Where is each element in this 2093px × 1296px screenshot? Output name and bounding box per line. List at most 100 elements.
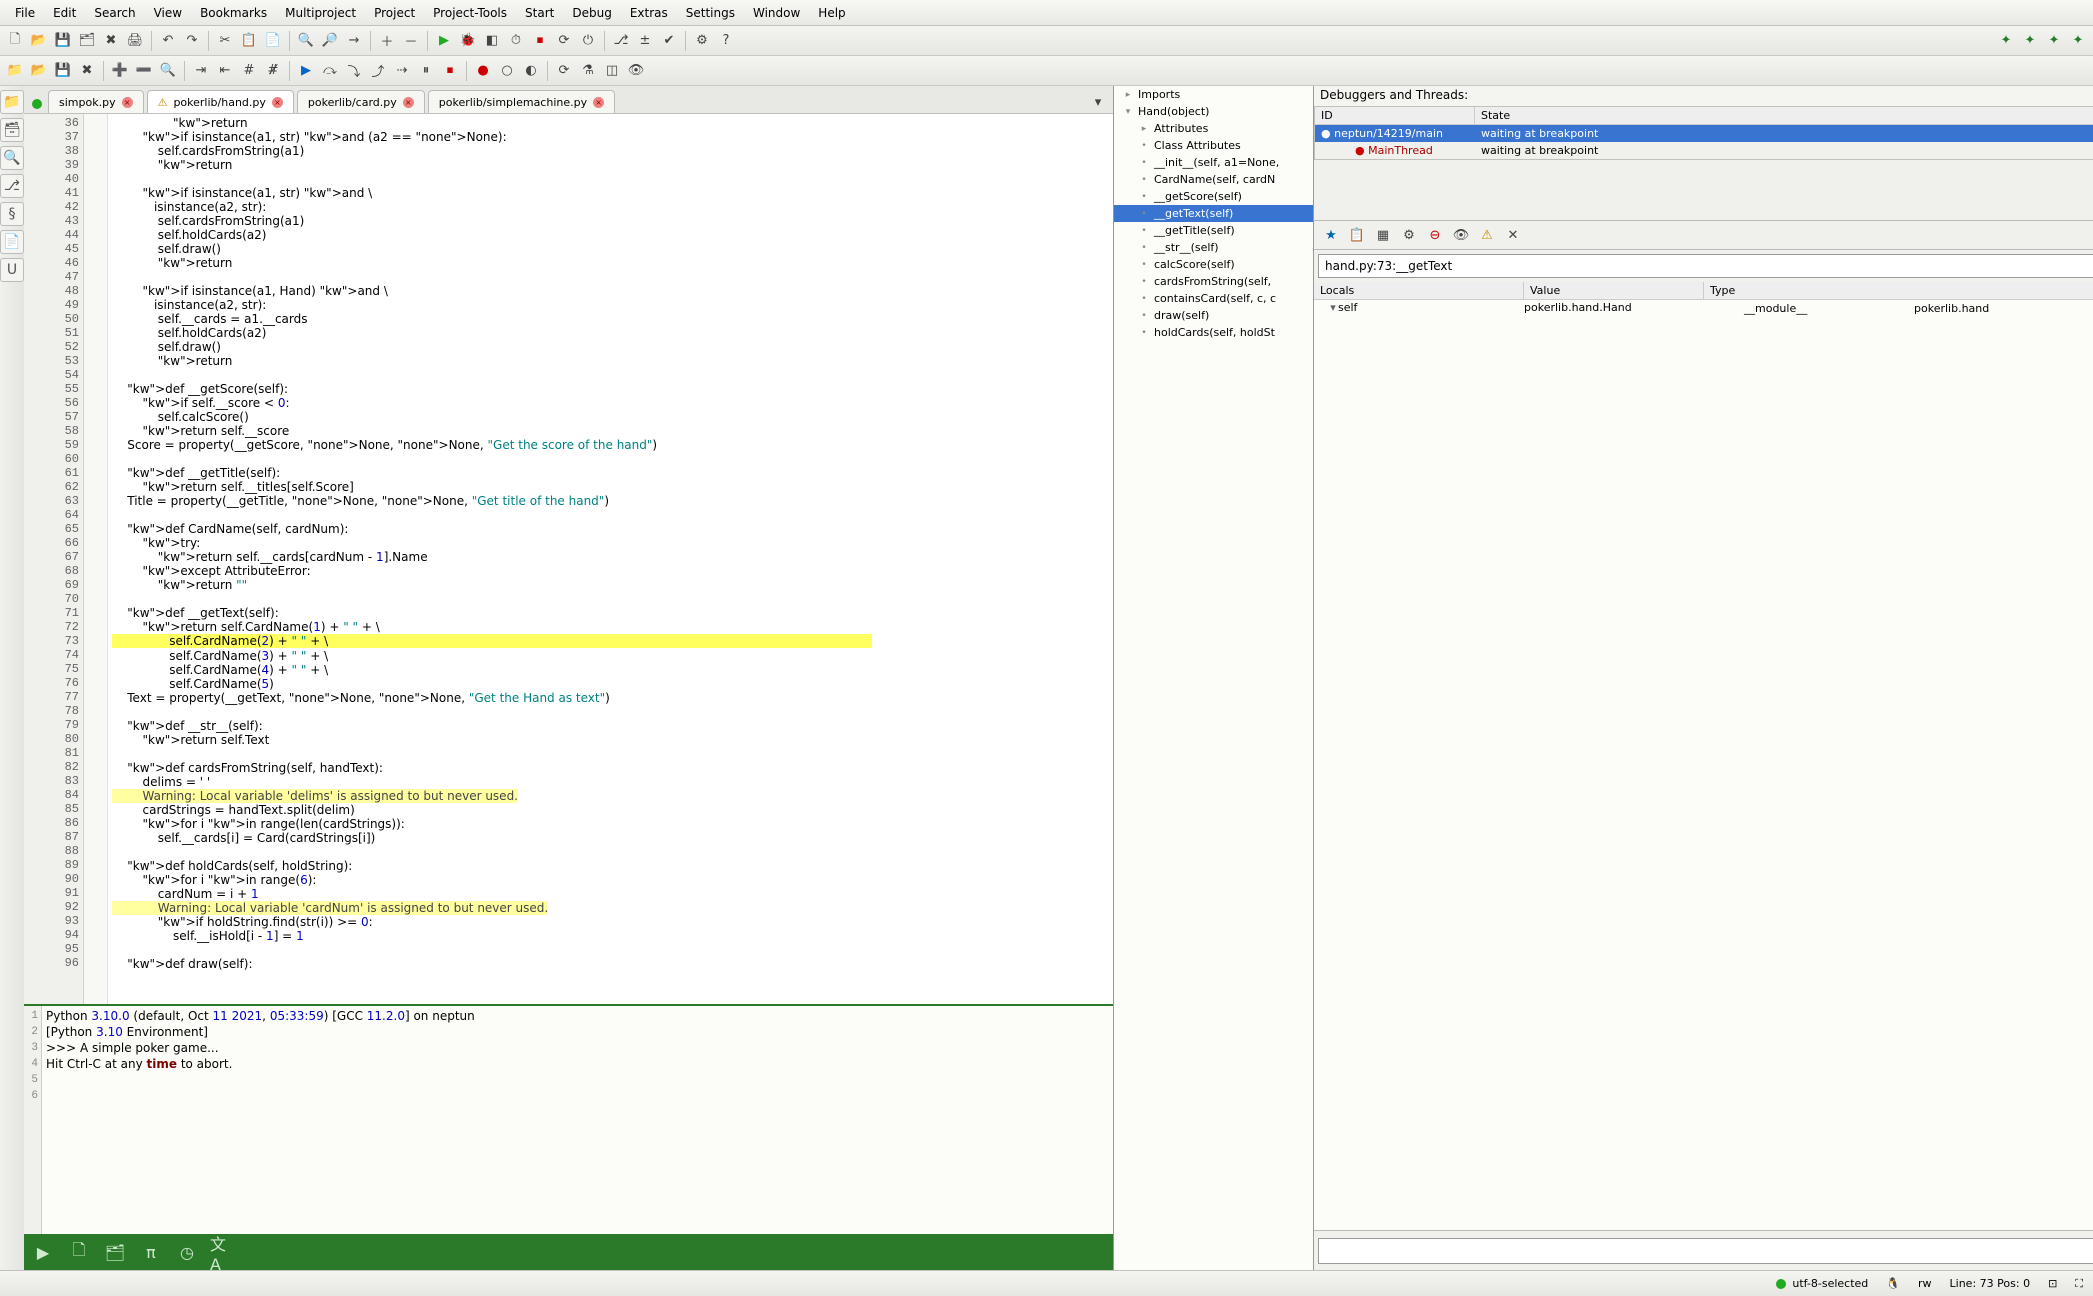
help-icon[interactable]: ? (715, 30, 737, 52)
code-line[interactable]: "kw">if isinstance(a1, str) "kw">and \ (112, 186, 1113, 200)
eval-field[interactable] (1318, 1238, 2093, 1264)
copy-icon[interactable]: 📋 (238, 30, 260, 52)
outline-item[interactable]: • __str__(self) (1114, 239, 1313, 256)
shell-translate-icon[interactable]: 文A (210, 1239, 236, 1265)
code-line[interactable]: "kw">return self.__score (112, 424, 1113, 438)
zoom-icon[interactable]: ⊡ (2048, 1277, 2057, 1290)
code-line[interactable]: Text = property(__getText, "none">None, … (112, 691, 1113, 705)
outline-item[interactable]: • calcScore(self) (1114, 256, 1313, 273)
close-file-icon[interactable]: ✖ (100, 30, 122, 52)
menu-start[interactable]: Start (516, 3, 563, 23)
new-project-icon[interactable]: 📁 (4, 60, 26, 82)
close-icon[interactable]: × (122, 97, 133, 108)
vcs-panel-icon[interactable]: ⎇ (0, 174, 24, 198)
settings-icon[interactable]: ⚙ (691, 30, 713, 52)
save-icon[interactable]: 💾 (52, 30, 74, 52)
tab-overflow-icon[interactable]: ▾ (1087, 91, 1109, 113)
vcs-diff-icon[interactable]: ± (634, 30, 656, 52)
code-editor[interactable]: 36 37 38 39 40 41 42 43 44 45 46 47 48 4… (24, 114, 1113, 1004)
print-icon[interactable]: 🖨 (124, 30, 146, 52)
tab-pokerlib-hand-py[interactable]: ⚠ pokerlib/hand.py × (147, 90, 294, 113)
files-icon[interactable]: 📄 (0, 230, 24, 254)
outline-item[interactable]: ▸ Imports (1114, 86, 1313, 103)
code-line[interactable]: self.CardName(3) + " " + \ (112, 649, 1113, 663)
breakpoint-icon[interactable]: ● (472, 60, 494, 82)
menu-file[interactable]: File (6, 3, 44, 23)
code-line[interactable] (112, 508, 1113, 522)
code-line[interactable]: self.cardsFromString(a1) (112, 214, 1113, 228)
menu-extras[interactable]: Extras (621, 3, 677, 23)
refresh-icon[interactable]: ⟳ (553, 60, 575, 82)
code-line[interactable]: "kw">def __getText(self): (112, 606, 1113, 620)
col-id[interactable]: ID (1315, 107, 1475, 124)
comment-icon[interactable]: # (238, 60, 260, 82)
redo-icon[interactable]: ↷ (181, 30, 203, 52)
code-line[interactable]: isinstance(a2, str): (112, 200, 1113, 214)
code-line[interactable] (112, 452, 1113, 466)
code-line[interactable]: "kw">def __getScore(self): (112, 382, 1113, 396)
outline-item[interactable]: • CardName(self, cardN (1114, 171, 1313, 188)
stack-frame-combo[interactable]: hand.py:73:__getText ▾ (1318, 254, 2093, 278)
outline-item[interactable]: • holdCards(self, holdSt (1114, 324, 1313, 341)
vcs-icon[interactable]: ⎇ (610, 30, 632, 52)
uncomment-icon[interactable]: #̸ (262, 60, 284, 82)
menu-settings[interactable]: Settings (677, 3, 744, 23)
menu-debug[interactable]: Debug (563, 3, 620, 23)
code-line[interactable]: "kw">def holdCards(self, holdString): (112, 859, 1113, 873)
code-line[interactable]: "kw">return (112, 116, 1113, 130)
menu-window[interactable]: Window (744, 3, 809, 23)
tab-pokerlib-simplemachine-py[interactable]: pokerlib/simplemachine.py × (428, 90, 615, 113)
outline-item[interactable]: • Class Attributes (1114, 137, 1313, 154)
step-over-icon[interactable]: ⤼ (319, 60, 341, 82)
outline-item[interactable]: • containsCard(self, c, c (1114, 290, 1313, 307)
col-type[interactable]: Type (1704, 282, 2093, 299)
symbols-icon[interactable]: § (0, 202, 24, 226)
code-line[interactable]: "kw">def CardName(self, cardNum): (112, 522, 1113, 536)
menu-multiproject[interactable]: Multiproject (276, 3, 365, 23)
multiproject-icon[interactable]: 🗃 (0, 118, 24, 142)
run-icon[interactable]: ▶ (433, 30, 455, 52)
eval-icon[interactable]: ★ (1320, 224, 1342, 246)
add-file-icon[interactable]: ➕ (109, 60, 131, 82)
open-project-icon[interactable]: 📂 (28, 60, 50, 82)
variables-tree[interactable]: ▾self pokerlib.hand.Hand __module__ poke… (1314, 300, 2093, 1230)
watch-add-icon[interactable]: 👁 (1450, 224, 1472, 246)
code-line[interactable]: "kw">for i "kw">in range(6): (112, 873, 1113, 887)
code-line[interactable]: "kw">try: (112, 536, 1113, 550)
threads-table[interactable]: ID State ● neptun/14219/main waiting at … (1314, 106, 2093, 160)
code-line[interactable]: self.draw() (112, 242, 1113, 256)
menu-project[interactable]: Project (365, 3, 424, 23)
code-line[interactable]: "kw">return self.Text (112, 733, 1113, 747)
shell-clock-icon[interactable]: ◷ (174, 1239, 200, 1265)
code-line[interactable]: "kw">return self.__titles[self.Score] (112, 480, 1113, 494)
menu-view[interactable]: View (145, 3, 191, 23)
shell-run-icon[interactable]: ▶ (30, 1239, 56, 1265)
code-line[interactable]: cardNum = i + 1 (112, 887, 1113, 901)
profile-icon[interactable]: ⏱ (505, 30, 527, 52)
menu-help[interactable]: Help (809, 3, 854, 23)
tab-simpok-py[interactable]: simpok.py × (48, 90, 144, 113)
goto-icon[interactable]: → (343, 30, 365, 52)
save-all-icon[interactable]: 🗂 (76, 30, 98, 52)
coverage-icon[interactable]: ◧ (481, 30, 503, 52)
thread-row[interactable]: ● MainThread waiting at breakpoint (1315, 142, 2093, 159)
step-out-icon[interactable]: ⤴ (367, 60, 389, 82)
code-line[interactable]: cardStrings = handText.split(delim) (112, 803, 1113, 817)
menu-search[interactable]: Search (85, 3, 144, 23)
fold-gutter[interactable] (84, 114, 108, 1004)
code-line[interactable]: self.holdCards(a2) (112, 228, 1113, 242)
search-panel-icon[interactable]: 🔍 (0, 146, 24, 170)
code-line[interactable]: "kw">return self.CardName(1) + " " + \ (112, 620, 1113, 634)
vcs-commit-icon[interactable]: ✔ (658, 30, 680, 52)
tab-pokerlib-card-py[interactable]: pokerlib/card.py × (297, 90, 425, 113)
code-line[interactable]: "kw">for i "kw">in range(len(cardStrings… (112, 817, 1113, 831)
code-line[interactable]: self.__isHold[i - 1] = 1 (112, 929, 1113, 943)
menu-edit[interactable]: Edit (44, 3, 85, 23)
collapse-icon[interactable]: ✕ (1502, 224, 1524, 246)
filter-icon[interactable]: ⚗ (577, 60, 599, 82)
code-line[interactable]: Warning: Local variable 'delims' is assi… (112, 789, 1113, 803)
col-state[interactable]: State (1475, 107, 2093, 124)
code-line[interactable]: self.holdCards(a2) (112, 326, 1113, 340)
shell-clear-icon[interactable]: 🗋 (66, 1239, 92, 1265)
cut-icon[interactable]: ✂ (214, 30, 236, 52)
